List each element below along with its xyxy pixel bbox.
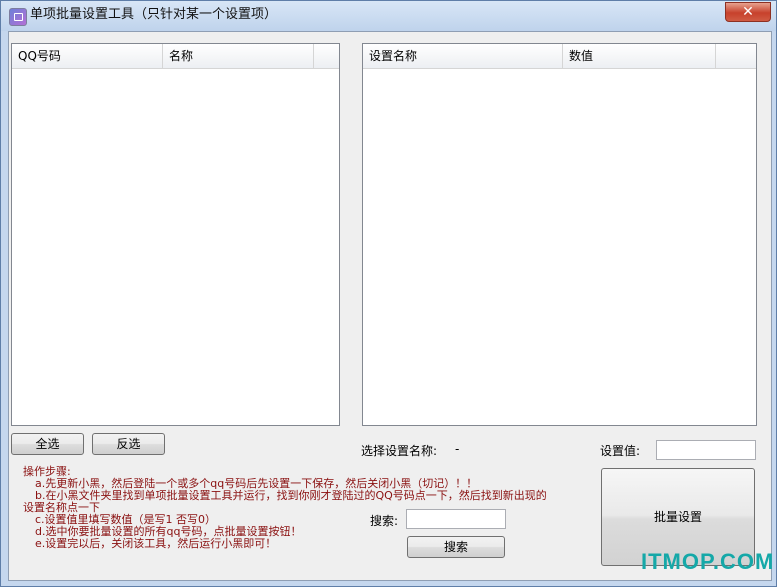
setting-value-input[interactable]	[656, 440, 756, 460]
column-setting-name[interactable]: 设置名称	[363, 44, 563, 68]
invert-selection-button[interactable]: 反选	[92, 433, 165, 455]
settings-list-header: 设置名称 数值	[363, 44, 756, 69]
selected-setting-value: -	[455, 442, 460, 456]
window-title: 单项批量设置工具（只针对某一个设置项）	[30, 7, 278, 22]
column-filler	[314, 44, 339, 68]
site-watermark: ITMOP.COM	[641, 549, 775, 574]
qq-list-header: QQ号码 名称	[12, 44, 339, 69]
search-input[interactable]	[406, 509, 506, 529]
step-b: b.在小黑文件夹里找到单项批量设置工具并运行，找到你刚才登陆过的QQ号码点一下，…	[35, 489, 547, 502]
qq-account-list[interactable]: QQ号码 名称	[11, 43, 340, 426]
search-button[interactable]: 搜索	[407, 536, 505, 558]
setting-value-label: 设置值:	[600, 444, 641, 458]
search-label: 搜索:	[370, 514, 399, 528]
column-qq-number[interactable]: QQ号码	[12, 44, 163, 68]
selected-setting-label: 选择设置名称:	[361, 444, 438, 458]
column-filler	[716, 44, 756, 68]
select-all-button[interactable]: 全选	[11, 433, 84, 455]
title-bar[interactable]: 单项批量设置工具（只针对某一个设置项） ✕	[1, 1, 776, 31]
app-icon	[9, 8, 27, 26]
close-button[interactable]: ✕	[725, 2, 771, 22]
column-value[interactable]: 数值	[563, 44, 716, 68]
column-name[interactable]: 名称	[163, 44, 314, 68]
app-window: 单项批量设置工具（只针对某一个设置项） ✕ QQ号码 名称 设置名称 数值 全选…	[0, 0, 777, 587]
client-area: QQ号码 名称 设置名称 数值 全选 反选 选择设置名称: - 设置值: 操作步…	[8, 31, 772, 581]
settings-list[interactable]: 设置名称 数值	[362, 43, 757, 426]
